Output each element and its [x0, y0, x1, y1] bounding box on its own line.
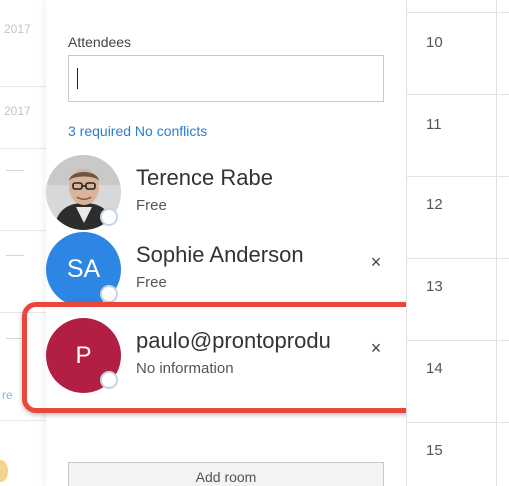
- hour-label: 15: [426, 442, 443, 459]
- grid-line: [0, 230, 52, 231]
- year-fragment: 2017: [4, 22, 31, 36]
- hour-line: [406, 422, 509, 423]
- dash-mark: [6, 170, 24, 171]
- text-caret: [77, 68, 78, 89]
- remove-attendee-icon[interactable]: ×: [366, 252, 386, 272]
- hour-label: 12: [426, 196, 443, 213]
- hour-label: 13: [426, 278, 443, 295]
- attendees-label: Attendees: [68, 34, 132, 50]
- divider: [406, 0, 407, 486]
- year-fragment: 2017: [4, 104, 31, 118]
- background-calendar: 2017 2017 re: [0, 0, 52, 486]
- hour-line: [406, 258, 509, 259]
- link-fragment[interactable]: re: [2, 388, 13, 402]
- attendee-item[interactable]: Terence Rabe Free: [46, 153, 406, 231]
- presence-status-icon: [100, 208, 118, 226]
- hour-line: [406, 94, 509, 95]
- hour-line: [406, 12, 509, 13]
- hour-label: 14: [426, 360, 443, 377]
- timeline: 10 11 12 13 14 15: [406, 0, 509, 486]
- attendee-availability: Free: [136, 274, 167, 291]
- presence-status-icon: [100, 285, 118, 303]
- hour-label: 11: [426, 116, 442, 133]
- hour-line: [406, 340, 509, 341]
- attendee-name: Terence Rabe: [136, 165, 273, 190]
- hour-line: [406, 176, 509, 177]
- add-room-button[interactable]: Add room: [68, 462, 384, 486]
- divider: [496, 0, 497, 486]
- hour-label: 10: [426, 34, 443, 51]
- highlight-box: [22, 302, 432, 413]
- weather-icon: [0, 460, 8, 482]
- attendee-input[interactable]: [68, 55, 384, 102]
- grid-line: [0, 148, 52, 149]
- grid-line: [0, 420, 52, 421]
- attendee-item[interactable]: SA Sophie Anderson Free ×: [46, 230, 406, 308]
- attendee-status-link[interactable]: 3 required No conflicts: [68, 123, 207, 139]
- grid-line: [0, 86, 52, 87]
- attendee-availability: Free: [136, 197, 167, 214]
- attendee-name: Sophie Anderson: [136, 242, 304, 267]
- dash-mark: [6, 255, 24, 256]
- avatar-initials: SA: [66, 255, 101, 283]
- attendee-pane: Attendees 3 required No conflicts Terenc…: [46, 0, 406, 486]
